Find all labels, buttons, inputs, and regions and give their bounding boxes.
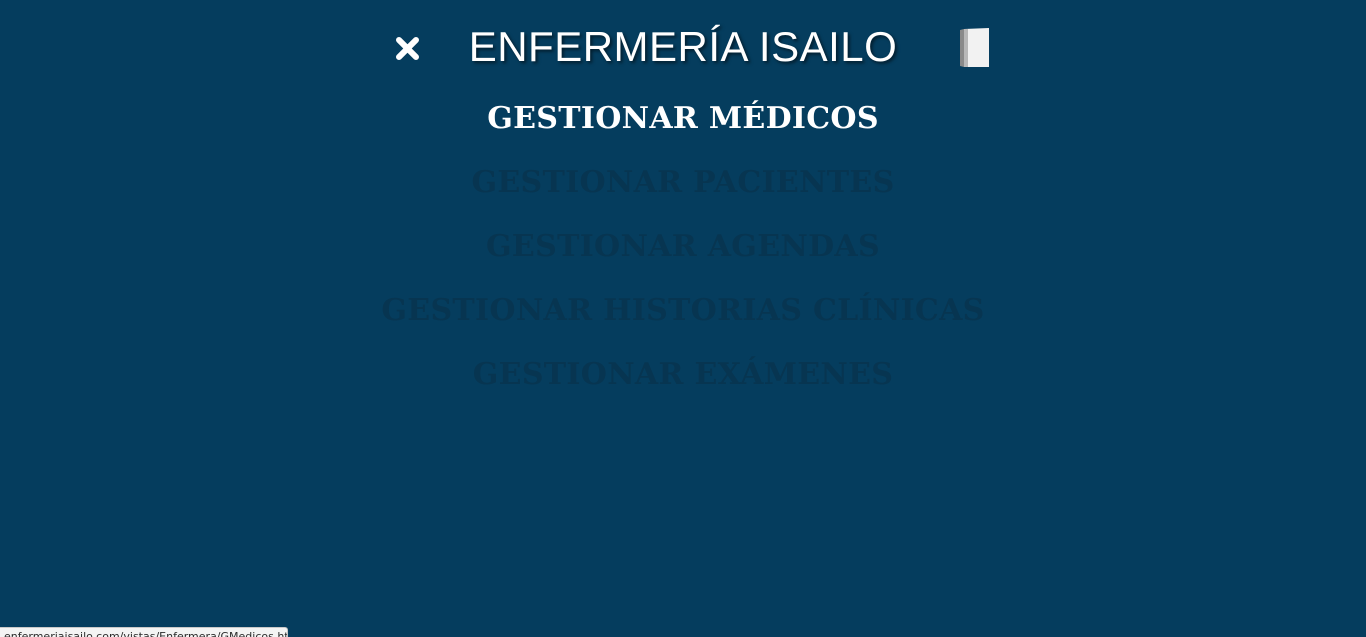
menu-item-gestionar-agendas[interactable]: GESTIONAR AGENDAS — [0, 224, 1366, 288]
header-bar: ENFERMERÍA ISAILO — [0, 0, 1366, 95]
app-title: ENFERMERÍA ISAILO — [468, 23, 898, 70]
logout-button[interactable] — [957, 26, 993, 70]
menu-item-gestionar-medicos[interactable]: GESTIONAR MÉDICOS — [0, 96, 1366, 160]
menu-item-gestionar-historias-clinicas[interactable]: GESTIONAR HISTORIAS CLÍNICAS — [0, 288, 1366, 352]
main-menu: GESTIONAR MÉDICOS GESTIONAR PACIENTES GE… — [0, 96, 1366, 416]
door-icon — [960, 28, 989, 67]
status-bar-url: enfermeriaisailo.com/vistas/Enfermera/GM… — [0, 627, 288, 637]
menu-item-gestionar-examenes[interactable]: GESTIONAR EXÁMENES — [0, 352, 1366, 416]
menu-item-gestionar-pacientes[interactable]: GESTIONAR PACIENTES — [0, 160, 1366, 224]
